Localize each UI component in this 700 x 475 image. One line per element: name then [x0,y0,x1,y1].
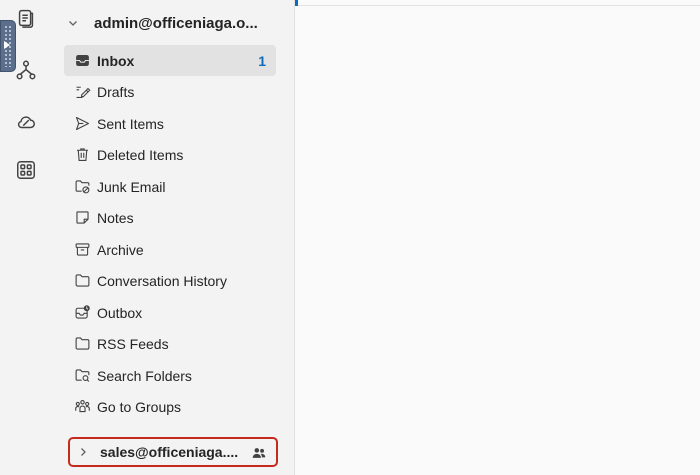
message-pane-separator [295,5,700,6]
folder-go-to-groups[interactable]: Go to Groups [64,391,276,422]
panel-grip-handle[interactable] [0,20,16,72]
app-rail [0,0,52,475]
cloud-icon[interactable] [12,108,40,136]
apps-icon[interactable] [12,156,40,184]
folder-label: Junk Email [97,178,166,195]
folder-search-folders[interactable]: Search Folders [64,360,276,391]
folder-junk-email[interactable]: Junk Email [64,171,276,202]
selection-accent [295,0,298,6]
folder-inbox[interactable]: Inbox 1 [64,45,276,76]
folder-label: Conversation History [97,272,227,289]
notes-app-icon[interactable] [12,4,40,32]
folder-rss-feeds[interactable]: RSS Feeds [64,328,276,359]
folder-label: Outbox [97,304,143,321]
note-icon [74,209,91,226]
folder-outbox[interactable]: Outbox [64,297,276,328]
archive-icon [74,241,91,258]
chevron-down-icon[interactable] [66,16,80,30]
message-pane [295,0,700,475]
account-email: sales@officeniaga.... [100,444,239,460]
folder-label: RSS Feeds [97,335,169,352]
expand-arrow-icon [4,41,10,49]
folder-drafts[interactable]: Drafts [64,76,276,107]
folder-label: Go to Groups [97,398,182,415]
folder-label: Sent Items [97,115,164,132]
folder-icon [74,272,91,289]
folder-label: Search Folders [97,367,192,384]
folder-label: Archive [97,241,144,258]
folder-icon [74,335,91,352]
folder-label: Inbox [97,52,135,69]
folder-notes[interactable]: Notes [64,202,276,233]
folder-conversation-history[interactable]: Conversation History [64,265,276,296]
account-header-admin[interactable]: admin@officeniaga.o... [66,8,282,38]
unread-count-badge: 1 [258,52,266,69]
drafts-icon [74,83,91,100]
folder-label: Drafts [97,83,135,100]
folder-archive[interactable]: Archive [64,234,276,265]
sent-icon [74,115,91,132]
folder-label: Notes [97,209,134,226]
account-header-sales[interactable]: sales@officeniaga.... [68,437,278,467]
folder-deleted-items[interactable]: Deleted Items [64,139,276,170]
outbox-icon [74,304,91,321]
folder-label: Deleted Items [97,146,184,163]
trash-icon [74,146,91,163]
search-folder-icon [74,367,91,384]
groups-icon [74,398,91,415]
chevron-right-icon[interactable] [76,445,90,459]
folder-sent-items[interactable]: Sent Items [64,108,276,139]
org-chart-icon[interactable] [12,56,40,84]
people-icon [252,446,266,460]
folder-pane: admin@officeniaga.o... Inbox 1 Drafts Se… [52,0,294,475]
inbox-icon [74,52,91,69]
junk-folder-icon [74,178,91,195]
account-email: admin@officeniaga.o... [94,14,258,32]
